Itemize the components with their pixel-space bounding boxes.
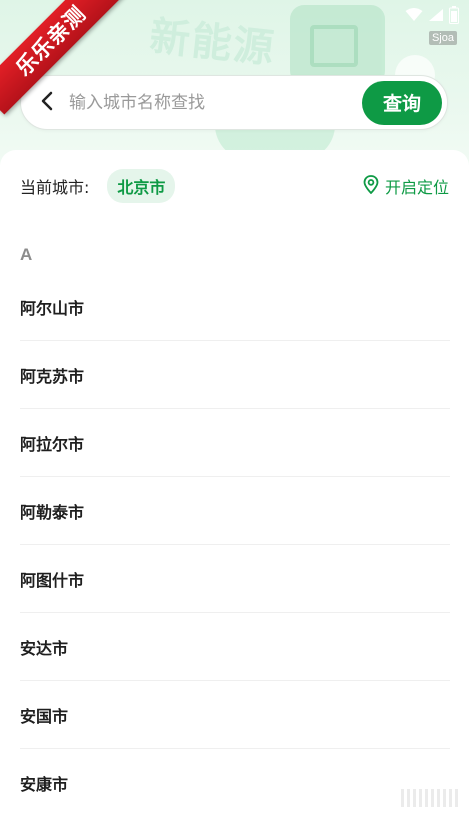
city-list: 阿尔山市 阿克苏市 阿拉尔市 阿勒泰市 阿图什市 安达市 安国市 安康市 [20,273,450,817]
battery-icon [449,6,459,24]
corner-watermark-mark [401,789,461,807]
city-list-item[interactable]: 阿图什市 [20,545,450,613]
decorative-charger-shape [290,5,385,85]
city-list-item[interactable]: 安国市 [20,681,450,749]
city-list-item[interactable]: 阿尔山市 [20,273,450,341]
city-list-item[interactable]: 阿拉尔市 [20,409,450,477]
location-pin-icon [363,174,379,198]
city-search-input[interactable] [69,82,362,123]
status-bar [405,6,459,24]
city-list-item[interactable]: 阿勒泰市 [20,477,450,545]
current-city-label: 当前城市: [20,178,90,197]
city-list-item[interactable]: 安康市 [20,749,450,817]
city-list-item[interactable]: 阿克苏市 [20,341,450,409]
current-city-chip[interactable]: 北京市 [107,169,176,203]
signal-icon [428,8,444,22]
wifi-icon [405,8,423,22]
section-index-letter: A [20,245,33,264]
enable-location-button[interactable]: 开启定位 [363,174,449,198]
header-background-word: 新能源 [147,13,278,73]
city-list-item[interactable]: 安达市 [20,613,450,681]
search-button[interactable]: 查询 [362,80,442,125]
search-bar: 查询 [20,75,448,130]
current-city-row: 当前城市: 北京市 开启定位 [20,169,449,203]
city-picker-sheet: 当前城市: 北京市 开启定位 A 阿尔山市 阿克苏市 阿拉尔市 阿勒泰市 阿图什… [0,150,469,835]
back-chevron-icon [40,91,54,115]
enable-location-label: 开启定位 [384,178,449,197]
watermark-label: Sjoa [428,31,457,45]
